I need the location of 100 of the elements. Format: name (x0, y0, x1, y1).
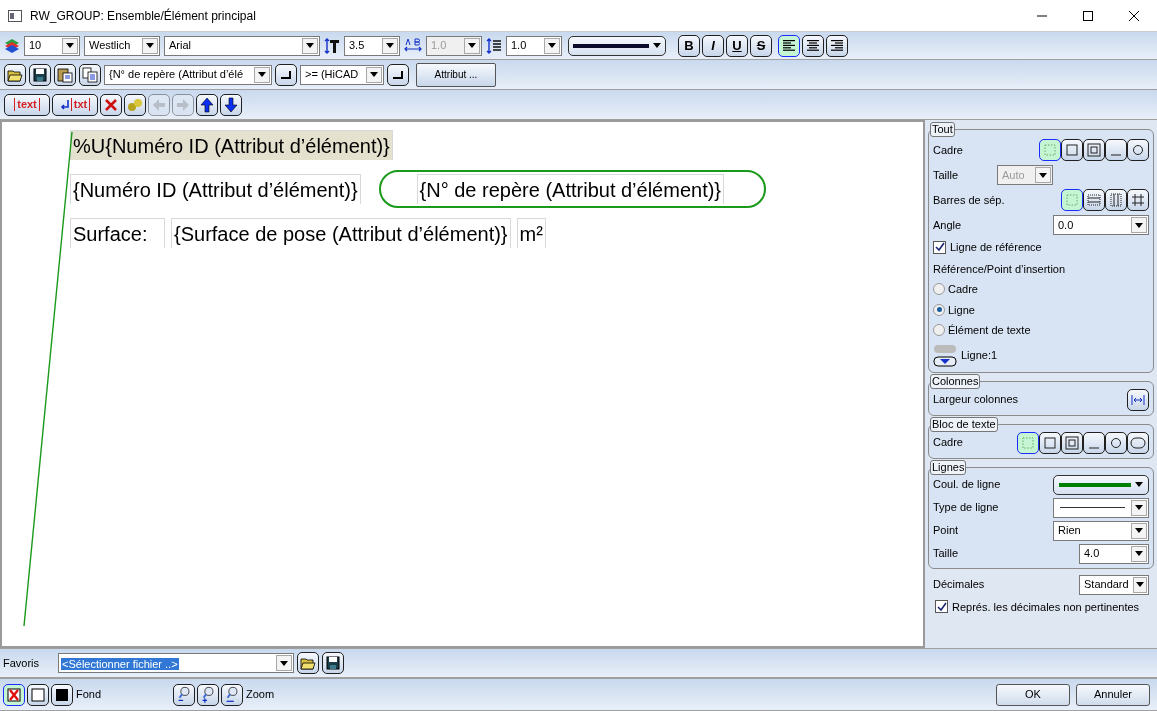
line-color-select[interactable] (1053, 474, 1149, 495)
text-cell[interactable]: {Surface de pose (Attribut d’élément)} (171, 218, 511, 248)
dropdown-arrow-icon[interactable] (66, 43, 74, 48)
frame-style-button[interactable] (1083, 139, 1105, 161)
align-icon (830, 39, 844, 52)
line-spacing-select[interactable]: 1.0 (506, 35, 562, 56)
frame-style-button[interactable] (1061, 139, 1083, 161)
dropdown-arrow-icon[interactable] (370, 72, 378, 77)
background-button[interactable] (51, 683, 73, 706)
frame-style-button[interactable] (1017, 431, 1039, 454)
frame-style-icon (1064, 434, 1080, 451)
dropdown-arrow-icon[interactable] (548, 43, 556, 48)
column-width-button[interactable] (1127, 388, 1149, 411)
edit-tool-button[interactable] (124, 93, 146, 116)
dropdown-arrow-icon[interactable] (1135, 528, 1143, 533)
line-stepper-icon[interactable] (933, 343, 957, 368)
background-button[interactable] (3, 683, 25, 706)
underline-frame-icon (1111, 154, 1121, 156)
save-button[interactable] (322, 652, 344, 674)
background-button[interactable] (27, 683, 49, 706)
text-style-button[interactable]: B (678, 34, 700, 57)
favorites-select[interactable]: <Sélectionner fichier ..> (58, 653, 294, 673)
dropdown-arrow-icon[interactable] (1135, 582, 1144, 587)
line-weight-select[interactable] (568, 35, 666, 56)
radio-label: Élément de texte (948, 323, 1031, 338)
attribute-select[interactable]: {N° de repère (Attribut d’élé (104, 64, 272, 85)
checkbox[interactable] (933, 240, 946, 254)
text-cell[interactable]: {Numéro ID (Attribut d’élément)} (70, 174, 361, 204)
dialog-button[interactable]: Annuler (1076, 683, 1150, 706)
dropdown-arrow-icon[interactable] (258, 72, 266, 77)
zoom-button[interactable] (221, 683, 243, 706)
dropdown-arrow-icon[interactable] (653, 43, 661, 48)
char-spacing-icon (404, 37, 422, 54)
script-select[interactable]: Westlich (84, 35, 160, 56)
text-height-icon (324, 37, 340, 54)
frame-style-icon (1130, 434, 1146, 451)
checkbox[interactable] (935, 600, 948, 614)
edit-tool-button[interactable] (100, 93, 122, 116)
point-select[interactable]: Rien (1053, 520, 1149, 541)
size-select[interactable]: 4.0 (1079, 543, 1149, 564)
text-cell[interactable]: %U{Numéro ID (Attribut d’élément)} (70, 130, 393, 160)
decimals-select[interactable]: Standard (1079, 574, 1149, 595)
radio-button[interactable] (933, 324, 945, 337)
align-button[interactable] (778, 34, 800, 57)
copy-button[interactable] (79, 63, 101, 86)
right-arrow-icon (176, 97, 190, 112)
insert-button[interactable] (275, 63, 297, 86)
frame-style-button[interactable] (1061, 431, 1083, 454)
edit-tool-button[interactable]: txt (52, 93, 98, 116)
text-cell[interactable]: m² (516, 218, 546, 248)
separator-style-button[interactable] (1061, 189, 1083, 211)
radio-button[interactable] (933, 283, 945, 296)
text-cell[interactable]: {N° de repère (Attribut d’élément)} (416, 174, 725, 204)
edit-tool-button[interactable]: text (4, 93, 50, 116)
dialog-button[interactable]: OK (996, 683, 1070, 706)
dropdown-arrow-icon[interactable] (146, 43, 154, 48)
dropdown-arrow-icon[interactable] (1135, 222, 1143, 228)
attribute-button[interactable]: Attribut ... (416, 62, 496, 87)
delete-cross-icon (104, 97, 118, 112)
line-spacing-icon (486, 37, 502, 54)
dropdown-arrow-icon[interactable] (1135, 505, 1143, 510)
align-button[interactable] (826, 34, 848, 57)
frame-style-button[interactable] (1105, 431, 1127, 454)
frame-style-button[interactable] (1039, 139, 1061, 161)
window-title: RW_GROUP: Ensemble/Élément principal (30, 7, 257, 25)
edit-tool-button[interactable] (220, 93, 242, 116)
frame-style-button[interactable] (1127, 139, 1149, 161)
text-height-select[interactable]: 3.5 (344, 35, 400, 56)
text-style-button[interactable]: I (702, 34, 724, 57)
dropdown-arrow-icon[interactable] (1135, 551, 1143, 556)
insert-button[interactable] (387, 63, 409, 86)
zoom-button[interactable] (197, 683, 219, 706)
layer-select[interactable]: 10 (24, 35, 80, 56)
dropdown-arrow-icon[interactable] (306, 43, 314, 48)
down-arrow-icon (224, 96, 238, 113)
angle-select[interactable]: 0.0 (1053, 215, 1149, 235)
operator-select[interactable]: >= (HiCAD (300, 64, 384, 85)
field-label: Taille (933, 167, 960, 183)
dropdown-arrow-icon[interactable] (386, 43, 394, 48)
dropdown-arrow-icon[interactable] (1135, 482, 1143, 487)
text-style-button[interactable]: U (726, 34, 748, 57)
align-button[interactable] (802, 34, 824, 57)
paste-button[interactable] (54, 63, 76, 86)
frame-style-button[interactable] (1039, 431, 1061, 454)
zoom-button[interactable] (173, 683, 195, 706)
close-icon (1129, 10, 1139, 21)
open-button[interactable] (297, 652, 319, 674)
frame-style-button[interactable] (1083, 431, 1105, 454)
frame-style-button[interactable] (1105, 139, 1127, 161)
radio-button[interactable] (933, 303, 945, 316)
edit-tool-button[interactable] (196, 93, 218, 116)
open-folder-icon (300, 656, 316, 670)
frame-style-button[interactable] (1127, 431, 1149, 454)
font-select[interactable]: Arial (164, 35, 320, 56)
open-button[interactable] (4, 63, 26, 86)
save-button[interactable] (29, 63, 51, 86)
text-style-button[interactable]: S (750, 34, 772, 57)
text-cell[interactable]: Surface: (70, 218, 165, 248)
line-type-select[interactable] (1053, 497, 1149, 518)
dropdown-arrow-icon[interactable] (280, 660, 288, 666)
